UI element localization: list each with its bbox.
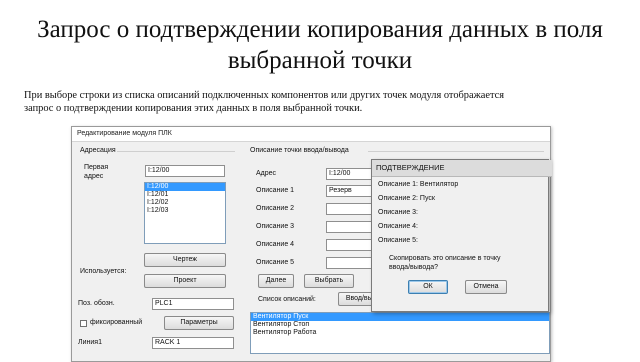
desc5-label: Описание 5: [256, 259, 295, 266]
params-button[interactable]: Параметры: [164, 316, 234, 330]
fixed-checkbox[interactable]: [80, 320, 87, 327]
desc5-field[interactable]: [326, 257, 376, 269]
slide-title-line-2: выбранной точки: [227, 47, 413, 74]
io-address-label: Адрес: [256, 170, 277, 177]
line-label: Линия1: [78, 339, 102, 346]
desc3-label: Описание 3: [256, 223, 295, 230]
used-label: Используется:: [80, 268, 127, 275]
address-list-item[interactable]: I:12/02: [145, 199, 225, 207]
dialog-title: ПОДТВЕРЖДЕНИЕ: [372, 160, 552, 177]
desc2-field[interactable]: [326, 203, 376, 215]
addressing-group-divider: [117, 151, 235, 152]
desc1-field[interactable]: Резерв: [326, 185, 376, 197]
desc1-label: Описание 1: [256, 187, 295, 194]
slide-title: Запрос о подтверждении копирования данны…: [0, 14, 640, 76]
line-field[interactable]: RACK 1: [152, 337, 234, 349]
select-button[interactable]: Выбрать: [304, 274, 354, 288]
desc2-label: Описание 2: [256, 205, 295, 212]
dialog-line-4: Описание 4:: [378, 223, 418, 230]
first-address-label-2: адрес: [84, 173, 104, 180]
cancel-button[interactable]: Отмена: [465, 280, 507, 294]
desc4-field[interactable]: [326, 239, 376, 251]
project-button[interactable]: Проект: [144, 274, 226, 288]
window-title: Редактирование модуля ПЛК: [72, 127, 550, 142]
slide-description-line-2: запрос о подтверждении копирования этих …: [24, 103, 363, 114]
description-list-item[interactable]: Вентилятор Пуск: [251, 313, 549, 321]
desc3-field[interactable]: [326, 221, 376, 233]
dialog-line-2: Описание 2: Пуск: [378, 195, 435, 202]
slide-description: При выборе строки из списка описаний под…: [24, 89, 624, 115]
slide-description-line-1: При выборе строки из списка описаний под…: [24, 90, 505, 101]
slide-title-line-1: Запрос о подтверждении копирования данны…: [37, 16, 603, 43]
fixed-label: фиксированный: [90, 319, 143, 326]
desc-list-label: Список описаний:: [258, 296, 316, 303]
address-listbox[interactable]: I:12/00 I:12/01 I:12/02 I:12/03: [144, 182, 226, 244]
address-list-item[interactable]: I:12/01: [145, 191, 225, 199]
io-point-group-divider: [368, 151, 544, 152]
dialog-line-1: Описание 1: Вентилятор: [378, 181, 459, 188]
address-list-item[interactable]: I:12/03: [145, 207, 225, 215]
first-address-field[interactable]: I:12/00: [145, 165, 225, 177]
dialog-line-3: Описание 3:: [378, 209, 418, 216]
io-address-field[interactable]: I:12/00: [326, 168, 376, 180]
confirmation-dialog: ПОДТВЕРЖДЕНИЕ Описание 1: Вентилятор Опи…: [371, 159, 552, 312]
dialog-question-line-2: ввода/вывода?: [389, 264, 439, 271]
dialog-line-5: Описание 5:: [378, 237, 418, 244]
description-list-item[interactable]: Вентилятор Стоп: [251, 321, 549, 329]
address-list-item[interactable]: I:12/00: [145, 183, 225, 191]
first-address-label-1: Первая: [84, 164, 109, 171]
addressing-group-label: Адресация: [80, 147, 116, 154]
description-listbox[interactable]: Вентилятор Пуск Вентилятор Стоп Вентилят…: [250, 312, 550, 354]
desc4-label: Описание 4: [256, 241, 295, 248]
io-point-group-label: Описание точки ввода/вывода: [250, 147, 349, 154]
dialog-question-line-1: Скопировать это описание в точку: [389, 255, 501, 262]
next-button[interactable]: Далее: [258, 274, 294, 288]
description-list-item[interactable]: Вентилятор Работа: [251, 329, 549, 337]
ok-button[interactable]: ОК: [408, 280, 448, 294]
pos-label: Поз. обозн.: [78, 300, 115, 307]
pos-field[interactable]: PLC1: [152, 298, 234, 310]
drawing-button[interactable]: Чертеж: [144, 253, 226, 267]
